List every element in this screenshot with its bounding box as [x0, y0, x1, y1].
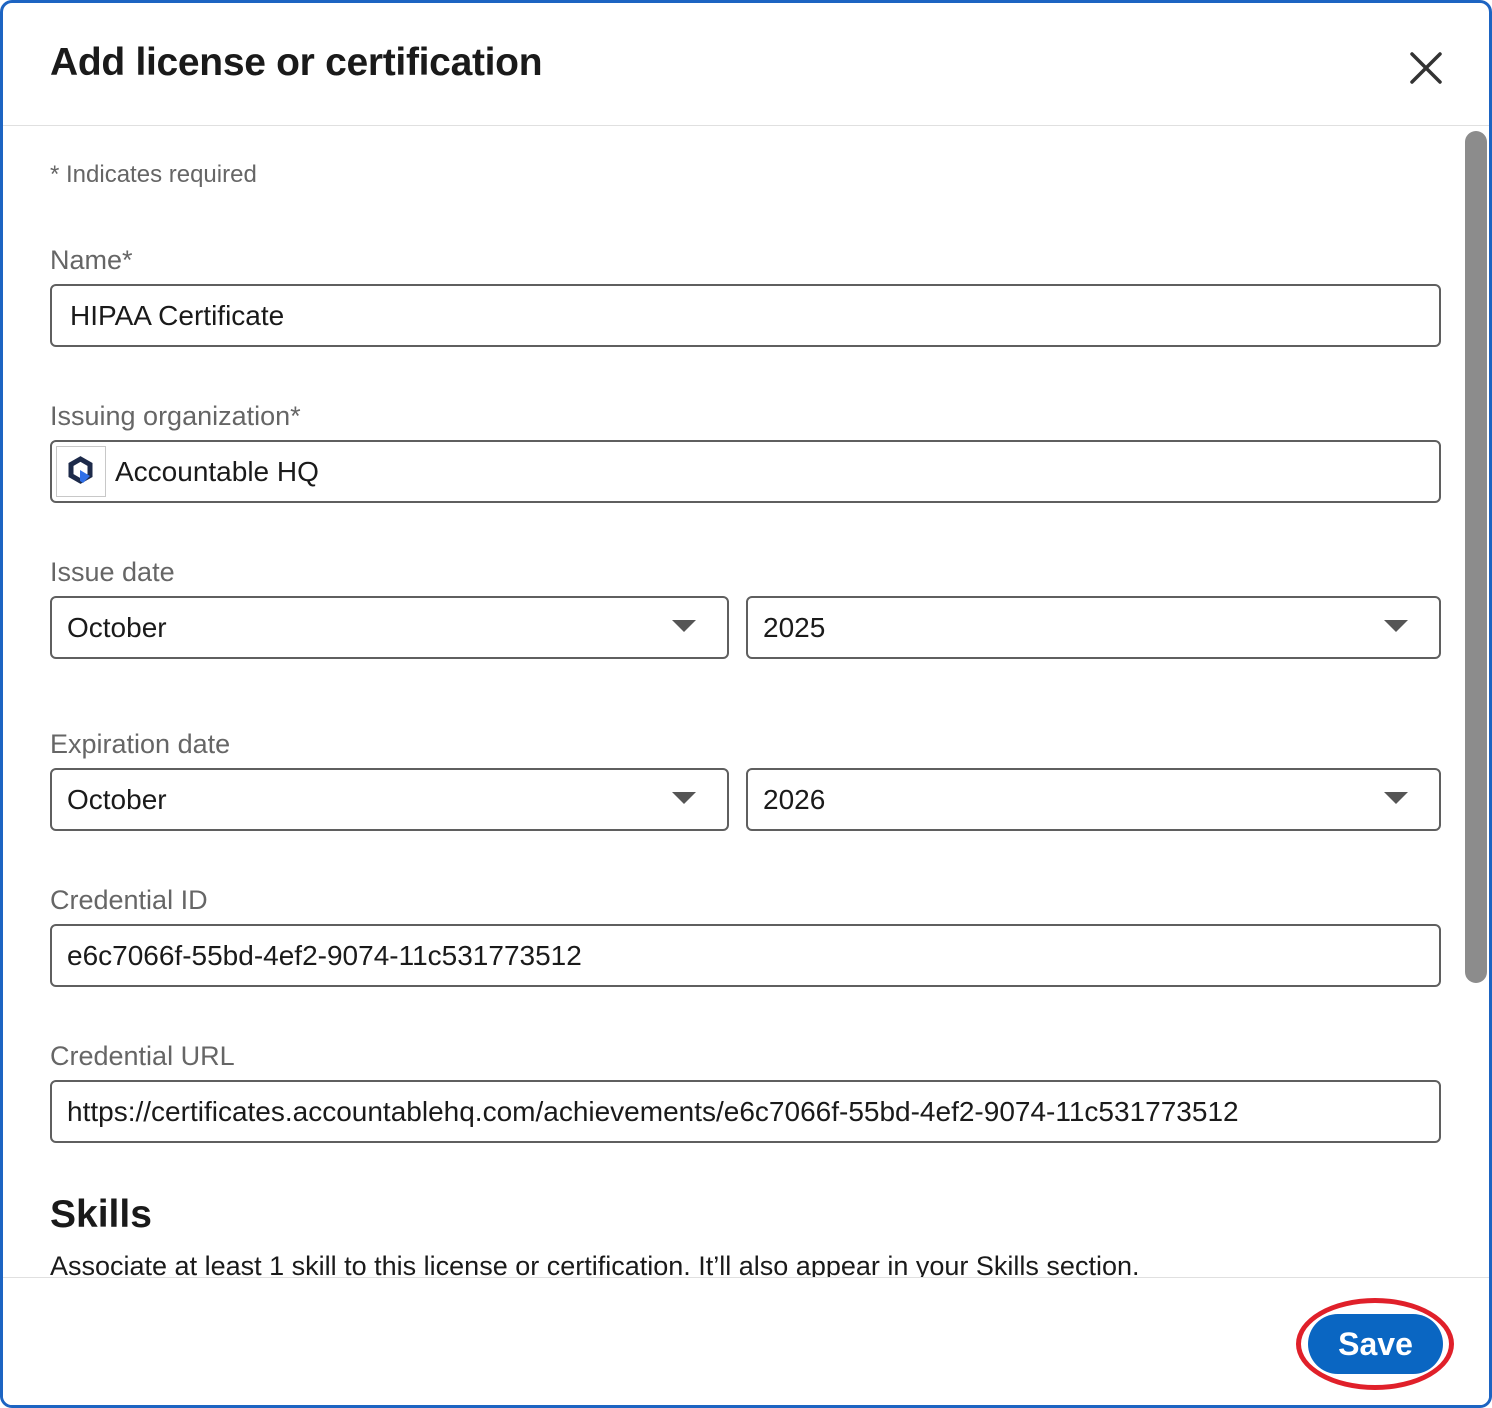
expiration-date-label: Expiration date [50, 729, 231, 759]
dialog-footer: Save [3, 1277, 1489, 1405]
chevron-down-icon [672, 620, 696, 632]
expiration-year-value: 2026 [763, 784, 826, 815]
credential-url-value: https://certificates.accountablehq.com/a… [67, 1096, 1239, 1127]
issue-month-value: October [67, 612, 167, 643]
issuing-org-value: Accountable HQ [115, 456, 319, 487]
issue-year-select[interactable]: 2025 [746, 596, 1441, 659]
dialog-title: Add license or certification [50, 41, 543, 84]
issue-month-select[interactable]: October [50, 596, 729, 659]
credential-id-value: e6c7066f-55bd-4ef2-9074-11c531773512 [67, 940, 582, 971]
credential-url-input[interactable]: https://certificates.accountablehq.com/a… [50, 1080, 1441, 1143]
credential-id-input[interactable]: e6c7066f-55bd-4ef2-9074-11c531773512 [50, 924, 1441, 987]
expiration-month-select[interactable]: October [50, 768, 729, 831]
chevron-down-icon [1384, 620, 1408, 632]
add-certification-dialog: Add license or certification * Indicates… [0, 0, 1492, 1408]
credential-id-label: Credential ID [50, 885, 208, 915]
issue-year-value: 2025 [763, 612, 826, 643]
name-value: HIPAA Certificate [70, 300, 285, 331]
chevron-down-icon [672, 792, 696, 804]
close-icon [1410, 52, 1442, 84]
expiration-month-value: October [67, 784, 167, 815]
save-button[interactable]: Save [1308, 1314, 1443, 1374]
skills-heading: Skills [50, 1193, 152, 1236]
name-label: Name* [50, 245, 133, 275]
issuing-org-input[interactable]: Accountable HQ [50, 440, 1441, 503]
issue-date-label: Issue date [50, 557, 175, 587]
scrollbar[interactable] [1459, 127, 1489, 1277]
scrollbar-thumb[interactable] [1465, 131, 1487, 983]
required-note: * Indicates required [50, 161, 257, 188]
chevron-down-icon [1384, 792, 1408, 804]
accountable-hq-logo-icon [56, 446, 106, 497]
close-button[interactable] [1401, 43, 1451, 93]
dialog-content[interactable]: * Indicates required Name* HIPAA Certifi… [3, 127, 1459, 1277]
name-input[interactable]: HIPAA Certificate [50, 284, 1441, 347]
skills-description: Associate at least 1 skill to this licen… [50, 1251, 1140, 1277]
credential-url-label: Credential URL [50, 1041, 235, 1071]
expiration-year-select[interactable]: 2026 [746, 768, 1441, 831]
issuing-org-label: Issuing organization* [50, 401, 301, 431]
dialog-header: Add license or certification [3, 3, 1489, 126]
